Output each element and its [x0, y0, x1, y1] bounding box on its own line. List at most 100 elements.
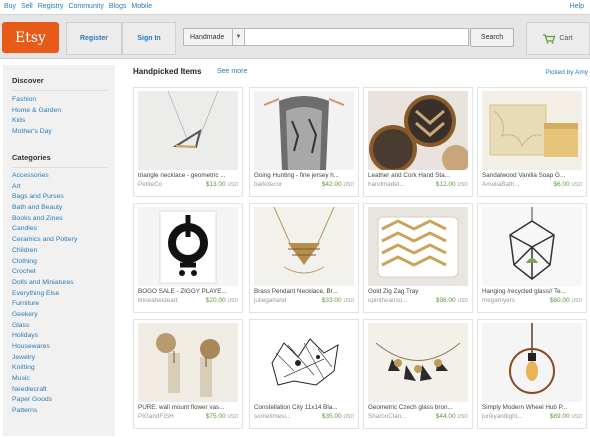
item-shop[interactable]: PIGandFISH	[138, 413, 174, 420]
item-card[interactable]: Leather and Cork Hand Sta... handmadet..…	[363, 87, 473, 197]
sidebar-item-patterns[interactable]: Patterns	[12, 406, 77, 417]
bike-print-icon[interactable]	[138, 207, 238, 286]
sidebar-item-books-zines[interactable]: Books and Zines	[12, 214, 77, 225]
item-shop[interactable]: upintheairso...	[368, 297, 408, 304]
pendant-lamp-icon[interactable]	[482, 323, 582, 402]
nav-link-community[interactable]: Community	[68, 3, 103, 10]
item-shop[interactable]: junkyardlight...	[482, 413, 523, 420]
item-title[interactable]: Geometric Czech glass bron...	[368, 404, 470, 411]
item-shop[interactable]: sometimesi...	[254, 413, 291, 420]
sidebar-item-kids[interactable]: Kids	[12, 116, 61, 127]
price-value: $75.00	[205, 413, 226, 420]
sidebar-item-music[interactable]: Music	[12, 374, 77, 385]
search-button[interactable]: Search	[470, 28, 514, 47]
picked-by-link[interactable]: Picked by Amy	[545, 69, 588, 76]
sidebar: Discover Fashion Home & Garden Kids Moth…	[3, 65, 115, 436]
coasters-icon[interactable]	[368, 91, 468, 170]
nav-link-blogs[interactable]: Blogs	[109, 3, 127, 10]
section-title: Handpicked Items	[133, 67, 202, 76]
cart-button[interactable]: Cart	[526, 22, 590, 55]
item-card[interactable]: Going Hunting - fine jersey h... barkdec…	[249, 87, 359, 197]
item-title[interactable]: Simply Modern Wheel Hub P...	[482, 404, 584, 411]
item-shop[interactable]: handmadet...	[368, 181, 405, 188]
sidebar-item-bath-beauty[interactable]: Bath and Beauty	[12, 203, 77, 214]
item-card[interactable]: Simply Modern Wheel Hub P... junkyardlig…	[477, 319, 587, 429]
sidebar-item-paper-goods[interactable]: Paper Goods	[12, 395, 77, 406]
sidebar-item-candles[interactable]: Candles	[12, 224, 77, 235]
item-card[interactable]: triangle necklace - geometric ... Petite…	[133, 87, 243, 197]
sidebar-item-everything-else[interactable]: Everything Else	[12, 289, 77, 300]
item-shop[interactable]: linneaheideart	[138, 297, 178, 304]
item-title[interactable]: Leather and Cork Hand Sta...	[368, 172, 470, 179]
sidebar-item-knitting[interactable]: Knitting	[12, 363, 77, 374]
item-title[interactable]: triangle necklace - geometric ...	[138, 172, 240, 179]
city-print-icon[interactable]	[254, 323, 354, 402]
item-title[interactable]: Constellation City 11x14 Bla...	[254, 404, 356, 411]
item-shop[interactable]: juliegarland	[254, 297, 286, 304]
sidebar-item-fashion[interactable]: Fashion	[12, 95, 61, 106]
item-title[interactable]: BOGO SALE - ZIGGY PLAYE...	[138, 288, 240, 295]
price-value: $89.00	[549, 413, 570, 420]
scarf-icon[interactable]	[254, 91, 354, 170]
item-shop[interactable]: AmeliaBath...	[482, 181, 519, 188]
register-button[interactable]: Register	[66, 22, 122, 55]
soap-icon[interactable]	[482, 91, 582, 170]
nav-link-sell[interactable]: Sell	[21, 3, 33, 10]
item-shop[interactable]: megamyers	[482, 297, 515, 304]
item-title[interactable]: Going Hunting - fine jersey h...	[254, 172, 356, 179]
triangle-necklace-icon[interactable]	[138, 91, 238, 170]
item-title[interactable]: Hanging /recycled glass// Te...	[482, 288, 584, 295]
sidebar-item-jewelry[interactable]: Jewelry	[12, 353, 77, 364]
sidebar-item-home-garden[interactable]: Home & Garden	[12, 106, 61, 117]
help-link[interactable]: Help	[570, 3, 584, 10]
chevron-down-icon[interactable]: ▼	[232, 29, 244, 45]
item-card[interactable]: PURE: wall mount flower vas... PIGandFIS…	[133, 319, 243, 429]
item-title[interactable]: PURE: wall mount flower vas...	[138, 404, 240, 411]
sidebar-item-housewares[interactable]: Housewares	[12, 342, 77, 353]
nav-link-buy[interactable]: Buy	[4, 3, 16, 10]
sidebar-item-art[interactable]: Art	[12, 182, 77, 193]
zigzag-tray-icon[interactable]	[368, 207, 468, 286]
discover-heading: Discover	[12, 76, 44, 85]
item-card[interactable]: BOGO SALE - ZIGGY PLAYE... linneaheidear…	[133, 203, 243, 313]
sidebar-item-needlecraft[interactable]: Needlecraft	[12, 385, 77, 396]
item-title[interactable]: Sandalwood Vanilla Soap G...	[482, 172, 584, 179]
flower-vase-icon[interactable]	[138, 323, 238, 402]
sidebar-item-children[interactable]: Children	[12, 246, 77, 257]
item-price: $13.00 USD	[206, 181, 238, 188]
terrarium-icon[interactable]	[482, 207, 582, 286]
sidebar-item-accessories[interactable]: Accessories	[12, 171, 77, 182]
sidebar-item-ceramics[interactable]: Ceramics and Pottery	[12, 235, 77, 246]
search-category-select[interactable]: Handmade ▼	[184, 29, 245, 45]
item-title[interactable]: Gold Zig Zag Tray	[368, 288, 470, 295]
item-grid: triangle necklace - geometric ... Petite…	[133, 87, 589, 437]
sidebar-item-geekery[interactable]: Geekery	[12, 310, 77, 321]
sidebar-item-bags-purses[interactable]: Bags and Purses	[12, 192, 77, 203]
item-card[interactable]: Sandalwood Vanilla Soap G... AmeliaBath.…	[477, 87, 587, 197]
item-shop[interactable]: PetiteCo	[138, 181, 162, 188]
item-card[interactable]: Hanging /recycled glass// Te... megamyer…	[477, 203, 587, 313]
item-shop[interactable]: SharonClan...	[368, 413, 407, 420]
sidebar-item-glass[interactable]: Glass	[12, 321, 77, 332]
etsy-logo[interactable]: Etsy	[2, 22, 59, 53]
item-title[interactable]: Brass Pendant Necklace, Br...	[254, 288, 356, 295]
signin-button[interactable]: Sign In	[122, 22, 176, 55]
price-currency: USD	[571, 298, 582, 304]
sidebar-item-mothers-day[interactable]: Mother's Day	[12, 127, 61, 138]
nav-link-registry[interactable]: Registry	[38, 3, 64, 10]
sidebar-item-crochet[interactable]: Crochet	[12, 267, 77, 278]
search-input[interactable]	[246, 30, 468, 44]
brass-necklace-icon[interactable]	[254, 207, 354, 286]
nav-link-mobile[interactable]: Mobile	[131, 3, 152, 10]
see-more-link[interactable]: See more	[217, 68, 247, 75]
sidebar-item-holidays[interactable]: Holidays	[12, 331, 77, 342]
sidebar-item-dolls[interactable]: Dolls and Miniatures	[12, 278, 77, 289]
item-shop[interactable]: barkdecor	[254, 181, 282, 188]
sidebar-item-clothing[interactable]: Clothing	[12, 257, 77, 268]
item-card[interactable]: Constellation City 11x14 Bla... sometime…	[249, 319, 359, 429]
item-card[interactable]: Geometric Czech glass bron... SharonClan…	[363, 319, 473, 429]
glass-necklace-icon[interactable]	[368, 323, 468, 402]
item-card[interactable]: Brass Pendant Necklace, Br... juliegarla…	[249, 203, 359, 313]
sidebar-item-furniture[interactable]: Furniture	[12, 299, 77, 310]
item-card[interactable]: Gold Zig Zag Tray upintheairso... $98.00…	[363, 203, 473, 313]
